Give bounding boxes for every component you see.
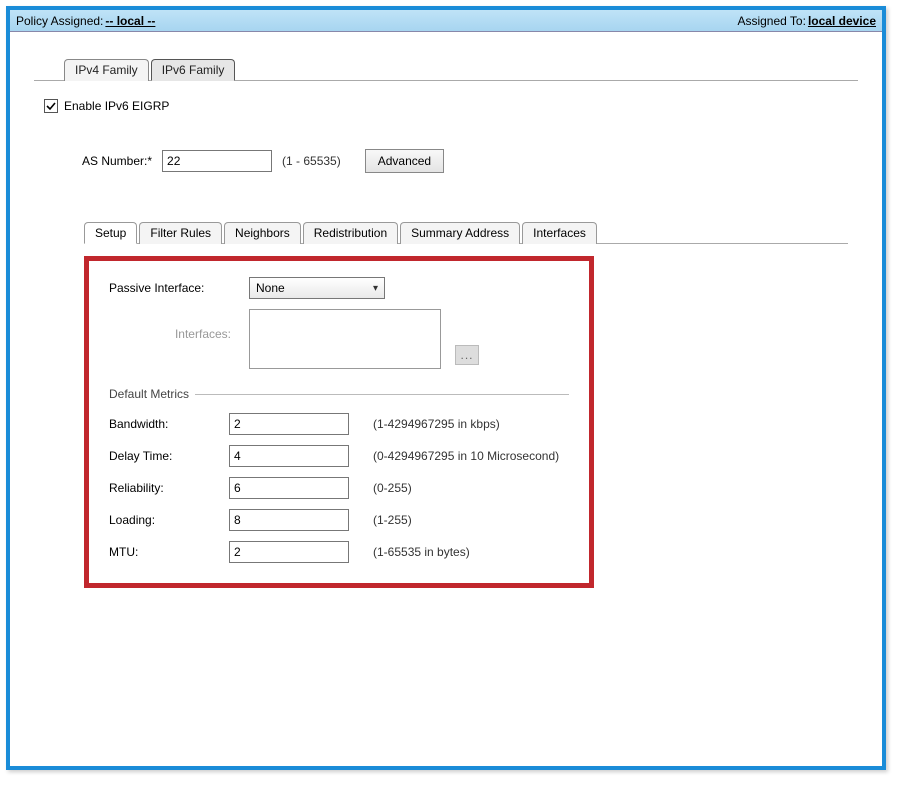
interfaces-row: Interfaces: ... xyxy=(109,309,569,369)
passive-interface-value: None xyxy=(256,281,285,295)
sub-tabs: Setup Filter Rules Neighbors Redistribut… xyxy=(84,221,848,243)
bandwidth-row: Bandwidth: (1-4294967295 in kbps) xyxy=(109,413,569,435)
tab-interfaces[interactable]: Interfaces xyxy=(522,222,597,244)
as-number-required-mark: * xyxy=(147,154,152,168)
interfaces-label: Interfaces: xyxy=(109,309,249,341)
reliability-hint: (0-255) xyxy=(373,481,412,495)
assigned-to-link[interactable]: local device xyxy=(808,14,876,28)
as-number-range-hint: (1 - 65535) xyxy=(282,154,341,168)
policy-assigned-group: Policy Assigned: -- local -- xyxy=(16,14,155,28)
bandwidth-hint: (1-4294967295 in kbps) xyxy=(373,417,500,431)
passive-interface-row: Passive Interface: None ▾ xyxy=(109,277,569,299)
bandwidth-input[interactable] xyxy=(229,413,349,435)
default-metrics-heading: Default Metrics xyxy=(109,387,569,401)
tab-neighbors[interactable]: Neighbors xyxy=(224,222,301,244)
as-number-label-text: AS Number: xyxy=(82,154,147,168)
delay-label: Delay Time: xyxy=(109,449,229,463)
passive-interface-label: Passive Interface: xyxy=(109,281,249,295)
reliability-row: Reliability: (0-255) xyxy=(109,477,569,499)
check-icon xyxy=(46,101,56,111)
mtu-hint: (1-65535 in bytes) xyxy=(373,545,470,559)
loading-label: Loading: xyxy=(109,513,229,527)
delay-input[interactable] xyxy=(229,445,349,467)
chevron-down-icon: ▾ xyxy=(373,283,378,294)
reliability-label: Reliability: xyxy=(109,481,229,495)
interfaces-listbox[interactable] xyxy=(249,309,441,369)
enable-ipv6-eigrp-checkbox[interactable] xyxy=(44,99,58,113)
setup-highlight-box: Passive Interface: None ▾ Interfaces: ..… xyxy=(84,256,594,588)
loading-row: Loading: (1-255) xyxy=(109,509,569,531)
enable-ipv6-eigrp-label: Enable IPv6 EIGRP xyxy=(64,99,169,113)
policy-assigned-link[interactable]: -- local -- xyxy=(105,14,155,28)
content-area: IPv4 Family IPv6 Family Enable IPv6 EIGR… xyxy=(10,32,882,766)
advanced-button[interactable]: Advanced xyxy=(365,149,444,173)
mtu-row: MTU: (1-65535 in bytes) xyxy=(109,541,569,563)
ipv6-pane: Enable IPv6 EIGRP AS Number:* (1 - 65535… xyxy=(34,81,858,598)
default-metrics-text: Default Metrics xyxy=(109,387,189,401)
delay-row: Delay Time: (0-4294967295 in 10 Microsec… xyxy=(109,445,569,467)
assigned-to-group: Assigned To: local device xyxy=(737,14,876,28)
default-metrics-divider xyxy=(195,394,569,395)
tab-setup[interactable]: Setup xyxy=(84,222,137,244)
as-number-input[interactable] xyxy=(162,150,272,172)
mtu-label: MTU: xyxy=(109,545,229,559)
reliability-input[interactable] xyxy=(229,477,349,499)
config-window: Policy Assigned: -- local -- Assigned To… xyxy=(6,6,886,770)
as-number-label: AS Number:* xyxy=(82,154,152,168)
tab-redistribution[interactable]: Redistribution xyxy=(303,222,398,244)
interfaces-browse-button[interactable]: ... xyxy=(455,345,479,365)
loading-input[interactable] xyxy=(229,509,349,531)
passive-interface-select[interactable]: None ▾ xyxy=(249,277,385,299)
mtu-input[interactable] xyxy=(229,541,349,563)
tab-filter-rules[interactable]: Filter Rules xyxy=(139,222,222,244)
sub-tab-area: Setup Filter Rules Neighbors Redistribut… xyxy=(84,221,848,588)
tab-ipv4-family[interactable]: IPv4 Family xyxy=(64,59,149,81)
enable-ipv6-eigrp-row: Enable IPv6 EIGRP xyxy=(44,99,848,113)
tab-summary-address[interactable]: Summary Address xyxy=(400,222,520,244)
assigned-to-label: Assigned To: xyxy=(737,14,806,28)
policy-assigned-label: Policy Assigned: xyxy=(16,14,103,28)
delay-hint: (0-4294967295 in 10 Microsecond) xyxy=(373,449,559,463)
bandwidth-label: Bandwidth: xyxy=(109,417,229,431)
loading-hint: (1-255) xyxy=(373,513,412,527)
family-tabs: IPv4 Family IPv6 Family xyxy=(64,58,858,80)
header-bar: Policy Assigned: -- local -- Assigned To… xyxy=(10,10,882,32)
as-number-row: AS Number:* (1 - 65535) Advanced xyxy=(82,149,848,173)
tab-ipv6-family[interactable]: IPv6 Family xyxy=(151,59,236,81)
